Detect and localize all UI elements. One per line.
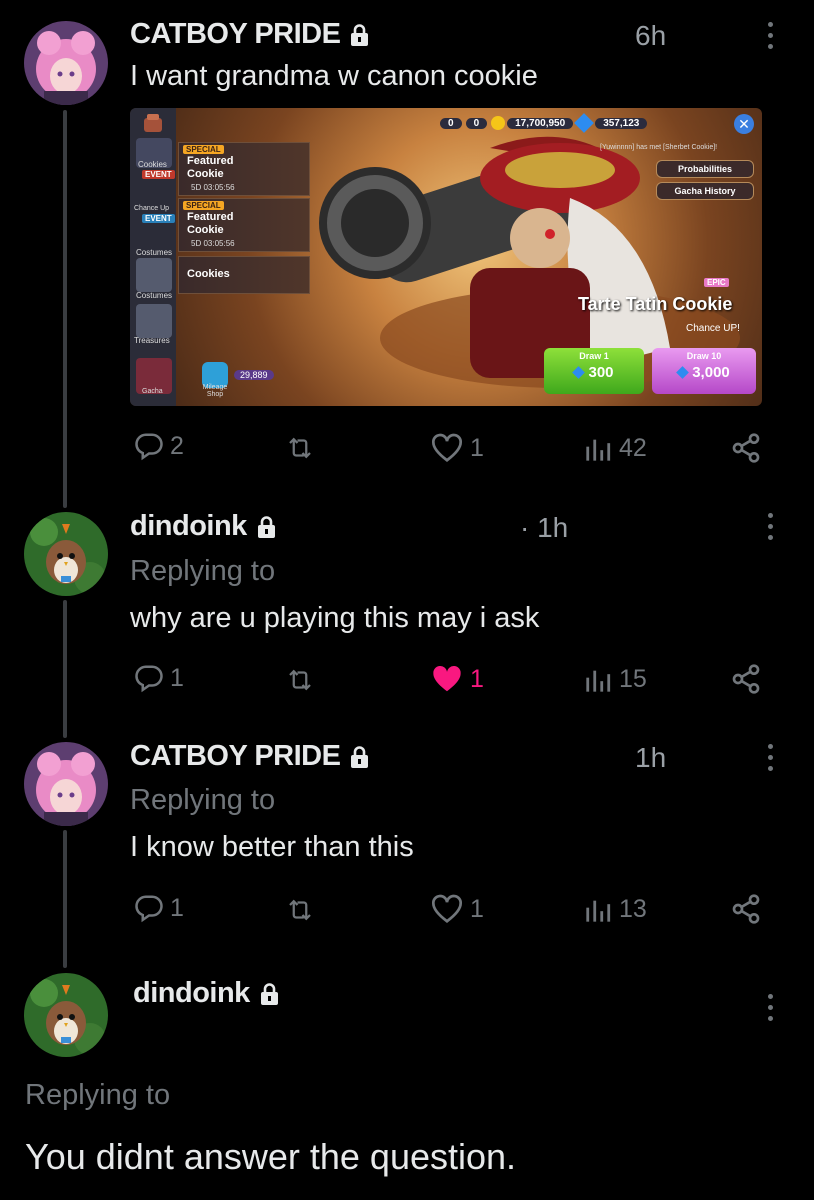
reply-icon: [135, 665, 163, 693]
post-text: why are u playing this may i ask: [130, 602, 540, 634]
sidebar-item-costumes[interactable]: [136, 258, 172, 292]
lock-icon: [351, 745, 369, 768]
views-button[interactable]: 13: [583, 895, 647, 924]
gacha-history-button[interactable]: Gacha History: [656, 182, 754, 200]
currency-bar: 0 0 17,700,950 357,123: [440, 113, 648, 133]
sidebar-label: Chance Up: [134, 205, 170, 212]
views-button[interactable]: 15: [583, 665, 647, 694]
sidebar-label: Cookies: [138, 160, 167, 169]
post-text: I want grandma w canon cookie: [130, 60, 538, 92]
banner-featured-cookie[interactable]: SPECIAL Featured Cookie 5D 03:05:56: [178, 198, 310, 252]
probabilities-button[interactable]: Probabilities: [656, 160, 754, 178]
replying-to: Replying to: [130, 784, 276, 816]
thread-line: [63, 830, 67, 968]
chance-up-label: Chance UP!: [686, 323, 740, 334]
repost-icon[interactable]: [283, 665, 317, 695]
replying-to: Replying to: [25, 1079, 171, 1111]
attached-image[interactable]: Cookies EVENT Chance Up EVENT Costumes C…: [130, 108, 762, 406]
like-button[interactable]: 1: [430, 894, 484, 924]
close-icon[interactable]: ✕: [734, 114, 754, 134]
repost-icon[interactable]: [283, 433, 317, 463]
share-icon[interactable]: [730, 663, 762, 695]
thread-line: [63, 110, 67, 508]
repost-icon[interactable]: [283, 895, 317, 925]
banner-featured-cookie[interactable]: SPECIAL Featured Cookie 5D 03:05:56: [178, 142, 310, 196]
timestamp[interactable]: 6h: [635, 20, 666, 52]
thread-line: [63, 600, 67, 738]
draw-1-button[interactable]: Draw 1 300: [544, 348, 644, 394]
more-options-icon[interactable]: [766, 22, 774, 49]
draw-10-button[interactable]: Draw 10 3,000: [652, 348, 756, 394]
more-options-icon[interactable]: [766, 513, 774, 540]
avatar[interactable]: [24, 973, 108, 1057]
more-options-icon[interactable]: [766, 994, 774, 1021]
author-name[interactable]: dindoink: [133, 977, 279, 1010]
author-name[interactable]: dindoink: [130, 510, 276, 543]
share-icon[interactable]: [730, 893, 762, 925]
avatar[interactable]: [24, 512, 108, 596]
rarity-badge: EPIC: [704, 278, 729, 287]
heart-icon: [432, 433, 462, 462]
more-options-icon[interactable]: [766, 744, 774, 771]
gem-icon: [572, 366, 586, 379]
event-badge: EVENT: [142, 214, 175, 223]
like-button[interactable]: 1: [430, 664, 484, 694]
sidebar-label: Costumes: [136, 248, 173, 257]
post-text: You didnt answer the question.: [25, 1136, 517, 1177]
heart-filled-icon: [433, 666, 461, 692]
mileage-label: Mileage Shop: [202, 384, 228, 398]
event-badge: EVENT: [142, 170, 175, 179]
avatar[interactable]: [24, 21, 108, 105]
sidebar-label: Costumes: [136, 291, 173, 300]
lock-icon: [351, 23, 369, 46]
reply-icon: [135, 433, 163, 461]
views-button[interactable]: 42: [583, 434, 647, 463]
mileage-value: 29,889: [234, 370, 274, 380]
gem-icon: [574, 113, 595, 133]
replying-to: Replying to: [130, 555, 276, 587]
heart-icon: [432, 894, 462, 923]
reply-button[interactable]: 1: [134, 663, 184, 693]
analytics-icon: [586, 439, 611, 461]
home-icon[interactable]: [142, 112, 164, 134]
coin-icon: [491, 116, 506, 130]
banner-cookies[interactable]: Cookies: [178, 256, 310, 294]
like-button[interactable]: 1: [430, 433, 484, 463]
author-name[interactable]: CATBOY PRIDE: [130, 740, 369, 773]
lock-icon: [257, 515, 275, 538]
sidebar-label: Gacha: [142, 388, 163, 395]
author-name[interactable]: CATBOY PRIDE: [130, 18, 369, 51]
gacha-notice: [Yuwinnnn] has met [Sherbet Cookie]!: [600, 144, 718, 151]
reply-button[interactable]: 2: [134, 431, 184, 461]
reply-button[interactable]: 1: [134, 893, 184, 923]
gem-icon: [676, 366, 690, 379]
share-icon[interactable]: [730, 432, 762, 464]
avatar[interactable]: [24, 742, 108, 826]
cookie-name: Tarte Tatin Cookie: [578, 294, 733, 314]
sidebar-label: Treasures: [134, 336, 170, 345]
sidebar-item-treasures[interactable]: [136, 304, 172, 338]
post-text: I know better than this: [130, 831, 414, 863]
timestamp[interactable]: 1h: [635, 742, 666, 774]
analytics-icon: [586, 670, 611, 692]
lock-icon: [260, 982, 278, 1005]
reply-icon: [135, 895, 163, 923]
analytics-icon: [586, 900, 611, 922]
timestamp[interactable]: · 1h: [520, 512, 568, 544]
